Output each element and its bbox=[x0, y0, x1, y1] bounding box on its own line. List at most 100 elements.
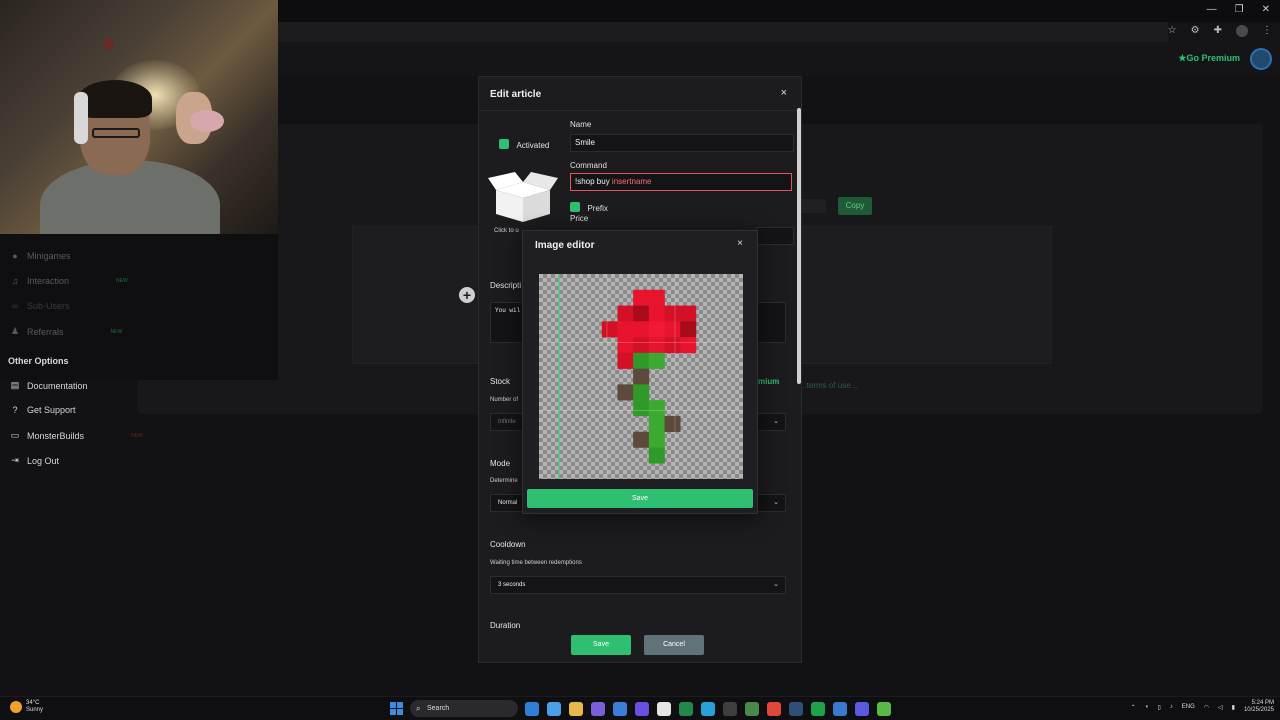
pixel[interactable] bbox=[633, 392, 642, 401]
pixel[interactable] bbox=[633, 408, 642, 417]
app-icon[interactable] bbox=[855, 702, 869, 716]
pixel[interactable] bbox=[680, 329, 689, 338]
pixel-canvas[interactable] bbox=[539, 274, 743, 479]
pixel[interactable] bbox=[648, 431, 657, 440]
pixel[interactable] bbox=[617, 305, 626, 314]
pixel[interactable] bbox=[656, 305, 665, 314]
pixel[interactable] bbox=[648, 329, 657, 338]
pixel[interactable] bbox=[672, 313, 681, 322]
pixel[interactable] bbox=[648, 305, 657, 314]
pixel[interactable] bbox=[656, 423, 665, 432]
language-indicator[interactable]: ENG bbox=[1182, 704, 1195, 710]
pixel[interactable] bbox=[648, 321, 657, 330]
app-icon[interactable] bbox=[635, 702, 649, 716]
weather-widget[interactable]: 34°C Sunny bbox=[10, 700, 43, 714]
pixel[interactable] bbox=[633, 297, 642, 306]
pixel[interactable] bbox=[641, 289, 650, 298]
pixel[interactable] bbox=[617, 344, 626, 354]
pixel[interactable] bbox=[601, 329, 610, 338]
pixel[interactable] bbox=[633, 384, 642, 393]
bookmark-star-icon[interactable]: ☆ bbox=[1168, 25, 1177, 37]
pixel[interactable] bbox=[664, 329, 673, 338]
sidebar-item-monsterbuilds[interactable]: ▭ MonsterBuilds NEW bbox=[10, 430, 143, 441]
checkbox-checked[interactable] bbox=[570, 201, 580, 212]
pixel[interactable] bbox=[656, 415, 665, 425]
excel-icon[interactable] bbox=[811, 702, 825, 716]
close-icon[interactable]: × bbox=[737, 238, 743, 249]
pixel[interactable] bbox=[617, 352, 626, 362]
pixel[interactable] bbox=[656, 447, 665, 456]
pixel[interactable] bbox=[648, 289, 657, 298]
pixel[interactable] bbox=[633, 431, 642, 440]
pixel[interactable] bbox=[609, 321, 618, 330]
pixel[interactable] bbox=[633, 360, 642, 369]
pixel[interactable] bbox=[656, 321, 665, 330]
pixel[interactable] bbox=[664, 313, 673, 322]
pixel[interactable] bbox=[617, 384, 626, 393]
pixel[interactable] bbox=[648, 352, 657, 362]
minecraft-icon[interactable] bbox=[877, 702, 891, 716]
address-bar[interactable] bbox=[278, 22, 1168, 42]
pixel[interactable] bbox=[656, 352, 665, 362]
pixel[interactable] bbox=[648, 337, 657, 346]
modal-scrollbar[interactable] bbox=[797, 108, 801, 628]
app-icon[interactable] bbox=[679, 702, 693, 716]
command-input[interactable]: !shop buy insertname bbox=[570, 173, 792, 191]
pixel[interactable] bbox=[656, 329, 665, 338]
pixel[interactable] bbox=[633, 368, 642, 377]
pixel[interactable] bbox=[617, 337, 626, 346]
extension-icon[interactable]: ⚙ bbox=[1191, 25, 1200, 37]
pixel[interactable] bbox=[609, 329, 618, 338]
puzzle-icon[interactable]: ✚ bbox=[1214, 25, 1222, 37]
pixel[interactable] bbox=[641, 329, 650, 338]
pixel[interactable] bbox=[633, 289, 642, 298]
steam-icon[interactable] bbox=[789, 702, 803, 716]
cooldown-select[interactable]: 3 seconds ⌄ bbox=[490, 576, 786, 594]
sidebar-item-interaction[interactable]: ♫ Interaction NEW bbox=[10, 276, 128, 286]
pixel[interactable] bbox=[656, 408, 665, 417]
maximize-icon[interactable]: ❐ bbox=[1235, 4, 1244, 15]
pixel[interactable] bbox=[633, 376, 642, 385]
taskbar-search[interactable]: ⌕ Search bbox=[410, 700, 518, 717]
wifi-icon[interactable]: ◠ bbox=[1204, 704, 1209, 711]
pixel[interactable] bbox=[633, 329, 642, 338]
menu-dots-icon[interactable]: ⋮ bbox=[1262, 25, 1272, 37]
mail-icon[interactable] bbox=[547, 702, 561, 716]
discord-icon[interactable] bbox=[591, 702, 605, 716]
pixel[interactable] bbox=[680, 337, 689, 346]
pixel[interactable] bbox=[625, 305, 634, 314]
folder-icon[interactable] bbox=[569, 702, 583, 716]
pixel[interactable] bbox=[625, 313, 634, 322]
pixel[interactable] bbox=[672, 337, 681, 346]
pixel[interactable] bbox=[648, 415, 657, 425]
pixel[interactable] bbox=[625, 337, 634, 346]
pixel[interactable] bbox=[672, 423, 681, 432]
pixel[interactable] bbox=[641, 384, 650, 393]
pixel[interactable] bbox=[688, 344, 697, 354]
pixel[interactable] bbox=[633, 352, 642, 362]
speaker-icon[interactable]: ◁ bbox=[1218, 704, 1223, 711]
pixel[interactable] bbox=[656, 297, 665, 306]
pixel[interactable] bbox=[641, 321, 650, 330]
pixel[interactable] bbox=[688, 337, 697, 346]
app-icon[interactable] bbox=[833, 702, 847, 716]
pixel[interactable] bbox=[656, 313, 665, 322]
cancel-button[interactable]: Cancel bbox=[644, 635, 704, 655]
pixel[interactable] bbox=[648, 423, 657, 432]
clock[interactable]: 5:24 PM 10/25/2025 bbox=[1244, 700, 1274, 714]
terms-link[interactable]: ...terms of use... bbox=[800, 381, 857, 390]
pixel[interactable] bbox=[672, 321, 681, 330]
microphone-icon[interactable]: ♪ bbox=[1170, 704, 1173, 710]
pixel[interactable] bbox=[656, 344, 665, 354]
pixel[interactable] bbox=[656, 289, 665, 298]
price-input[interactable] bbox=[756, 227, 794, 245]
pixel[interactable] bbox=[641, 431, 650, 440]
windows-start-icon[interactable] bbox=[390, 702, 403, 715]
pixel[interactable] bbox=[633, 321, 642, 330]
pixel[interactable] bbox=[641, 368, 650, 377]
pixel[interactable] bbox=[641, 352, 650, 362]
pixel[interactable] bbox=[656, 400, 665, 409]
pixel[interactable] bbox=[656, 337, 665, 346]
pixel[interactable] bbox=[656, 455, 665, 464]
app-icon[interactable] bbox=[613, 702, 627, 716]
